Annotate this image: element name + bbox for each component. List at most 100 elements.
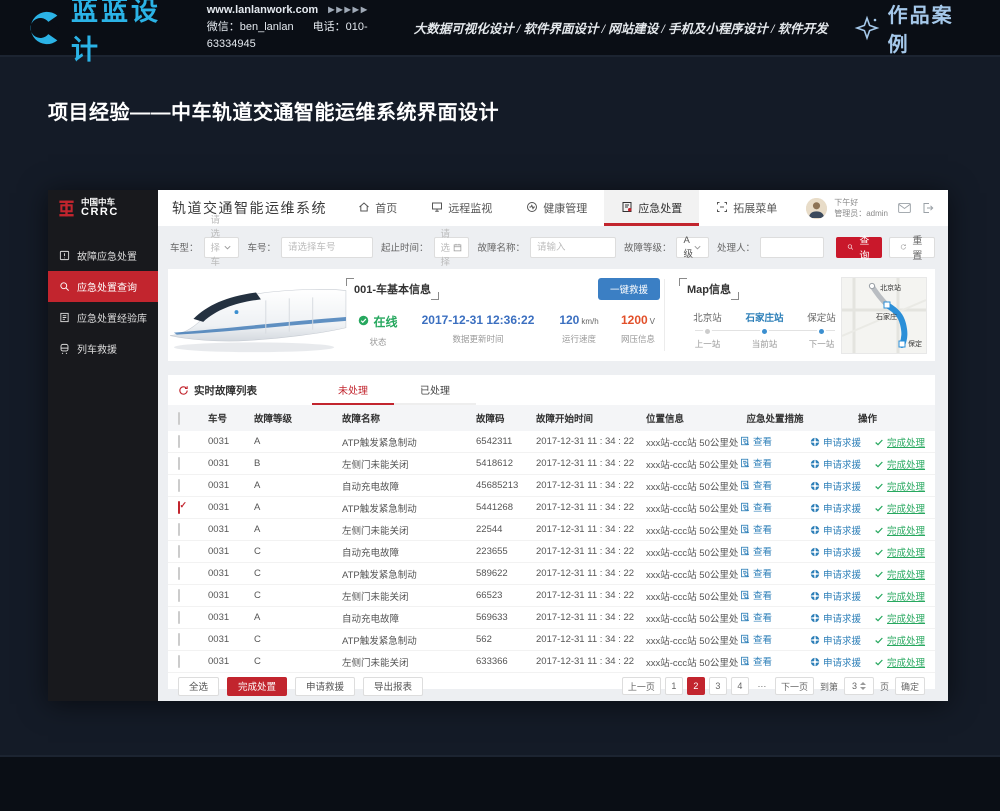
row-checkbox[interactable] bbox=[178, 523, 180, 536]
row-checkbox[interactable] bbox=[178, 567, 180, 580]
view-link[interactable]: 查看 bbox=[740, 610, 772, 624]
view-link[interactable]: 查看 bbox=[740, 588, 772, 602]
complete-link[interactable]: 完成处理 bbox=[874, 611, 925, 625]
check-icon bbox=[874, 547, 884, 557]
sidebar-item-4[interactable]: 列车救援 bbox=[48, 333, 158, 364]
alert-doc-icon bbox=[621, 201, 633, 216]
car-type-select[interactable]: 请选择车型 bbox=[204, 237, 240, 258]
view-link[interactable]: 查看 bbox=[740, 544, 772, 558]
row-checkbox[interactable] bbox=[178, 545, 180, 558]
top-nav-item-5[interactable]: 拓展菜单 bbox=[699, 190, 794, 226]
view-link[interactable]: 查看 bbox=[740, 434, 772, 448]
footer-button-4[interactable]: 导出报表 bbox=[363, 677, 423, 696]
request-rescue-link[interactable]: 申请求援 bbox=[810, 501, 861, 515]
complete-link-label: 完成处理 bbox=[887, 633, 925, 647]
sidebar-item-2[interactable]: 应急处置查询 bbox=[48, 271, 158, 302]
row-checkbox[interactable] bbox=[178, 589, 180, 602]
top-nav-item-3[interactable]: 健康管理 bbox=[509, 190, 604, 226]
page-next-button[interactable]: 下一页 bbox=[775, 677, 814, 695]
reset-button[interactable]: 重置 bbox=[889, 237, 935, 258]
sidebar-item-3[interactable]: 应急处置经验库 bbox=[48, 302, 158, 333]
one-key-rescue-button[interactable]: 一键救援 bbox=[598, 278, 660, 300]
complete-link[interactable]: 完成处理 bbox=[874, 589, 925, 603]
cell-time: 2017-12-31 11 : 34 : 22 bbox=[536, 458, 646, 469]
page-jump-input[interactable]: 3 bbox=[844, 677, 874, 695]
request-rescue-link[interactable]: 申请求援 bbox=[810, 589, 861, 603]
view-link[interactable]: 查看 bbox=[740, 632, 772, 646]
request-rescue-link[interactable]: 申请求援 bbox=[810, 567, 861, 581]
row-checkbox[interactable] bbox=[178, 655, 180, 668]
cell-time: 2017-12-31 11 : 34 : 22 bbox=[536, 436, 646, 447]
row-checkbox[interactable] bbox=[178, 479, 180, 492]
complete-link[interactable]: 完成处理 bbox=[874, 501, 925, 515]
sidebar-item-1[interactable]: 故障应急处置 bbox=[48, 240, 158, 271]
complete-link[interactable]: 完成处理 bbox=[874, 479, 925, 493]
top-nav: 首页远程监视健康管理应急处置拓展菜单 bbox=[341, 190, 794, 226]
view-link[interactable]: 查看 bbox=[740, 654, 772, 668]
request-rescue-link[interactable]: 申请求援 bbox=[810, 611, 861, 625]
page-number-4[interactable]: 4 bbox=[731, 677, 749, 695]
request-rescue-link[interactable]: 申请求援 bbox=[810, 435, 861, 449]
page-number-2[interactable]: 2 bbox=[687, 677, 705, 695]
handler-input[interactable] bbox=[760, 237, 824, 258]
page-prev-button[interactable]: 上一页 bbox=[622, 677, 661, 695]
footer-button-2[interactable]: 完成处置 bbox=[227, 677, 287, 696]
mail-icon[interactable] bbox=[898, 202, 911, 214]
time-range-picker[interactable]: 请选择 bbox=[434, 237, 470, 258]
complete-link[interactable]: 完成处理 bbox=[874, 655, 925, 669]
rescue-circle-icon bbox=[810, 635, 820, 645]
row-checkbox[interactable] bbox=[178, 501, 180, 514]
complete-link[interactable]: 完成处理 bbox=[874, 435, 925, 449]
rescue-link-label: 申请求援 bbox=[823, 457, 861, 471]
checkbox-cell bbox=[178, 634, 208, 645]
logout-icon[interactable] bbox=[921, 202, 934, 214]
tab-1[interactable]: 未处理 bbox=[312, 375, 394, 405]
complete-link[interactable]: 完成处理 bbox=[874, 545, 925, 559]
top-nav-item-4[interactable]: 应急处置 bbox=[604, 190, 699, 226]
page-number-3[interactable]: 3 bbox=[709, 677, 727, 695]
request-rescue-link[interactable]: 申请求援 bbox=[810, 545, 861, 559]
star-icon bbox=[854, 15, 880, 41]
view-link[interactable]: 查看 bbox=[740, 566, 772, 580]
complete-link[interactable]: 完成处理 bbox=[874, 523, 925, 537]
cell-location: xxx站-ccc站 50公里处 bbox=[646, 633, 740, 647]
row-checkbox[interactable] bbox=[178, 611, 180, 624]
footer-button-3[interactable]: 申请救援 bbox=[295, 677, 355, 696]
complete-link[interactable]: 完成处理 bbox=[874, 457, 925, 471]
fault-name-input[interactable] bbox=[530, 237, 616, 258]
request-rescue-link[interactable]: 申请求援 bbox=[810, 523, 861, 537]
car-no-input[interactable] bbox=[281, 237, 373, 258]
view-link[interactable]: 查看 bbox=[740, 478, 772, 492]
request-rescue-link[interactable]: 申请求援 bbox=[810, 655, 861, 669]
page-title: 项目经验——中车轨道交通智能运维系统界面设计 bbox=[48, 96, 499, 125]
tab-2[interactable]: 已处理 bbox=[394, 375, 476, 405]
page-number-1[interactable]: 1 bbox=[665, 677, 683, 695]
fault-level-select[interactable]: A级 bbox=[676, 237, 709, 258]
request-rescue-link[interactable]: 申请求援 bbox=[810, 457, 861, 471]
request-rescue-link[interactable]: 申请求援 bbox=[810, 633, 861, 647]
top-nav-item-2[interactable]: 远程监视 bbox=[414, 190, 509, 226]
view-link[interactable]: 查看 bbox=[740, 500, 772, 514]
view-link[interactable]: 查看 bbox=[740, 522, 772, 536]
spinner-arrows-icon[interactable] bbox=[860, 682, 866, 690]
train-icon bbox=[59, 343, 70, 354]
footer-button-1[interactable]: 全选 bbox=[178, 677, 219, 696]
row-checkbox[interactable] bbox=[178, 457, 180, 470]
rescue-circle-icon bbox=[810, 547, 820, 557]
row-checkbox[interactable] bbox=[178, 633, 180, 646]
search-button[interactable]: 查询 bbox=[836, 237, 882, 258]
mini-map[interactable]: 北京站 石家庄 保定 bbox=[841, 277, 927, 354]
complete-link[interactable]: 完成处理 bbox=[874, 567, 925, 581]
avatar[interactable] bbox=[806, 198, 827, 219]
showcase-label: 作品案例 bbox=[888, 0, 974, 57]
select-all-checkbox[interactable] bbox=[178, 412, 180, 425]
complete-link[interactable]: 完成处理 bbox=[874, 633, 925, 647]
cell-location: xxx站-ccc站 50公里处 bbox=[646, 523, 740, 537]
top-nav-item-1[interactable]: 首页 bbox=[341, 190, 414, 226]
view-link[interactable]: 查看 bbox=[740, 456, 772, 470]
check-icon bbox=[874, 437, 884, 447]
page-confirm-button[interactable]: 确定 bbox=[895, 677, 925, 695]
row-checkbox[interactable] bbox=[178, 435, 180, 448]
lanlan-brand: 蓝蓝设计 bbox=[26, 0, 189, 67]
request-rescue-link[interactable]: 申请求援 bbox=[810, 479, 861, 493]
